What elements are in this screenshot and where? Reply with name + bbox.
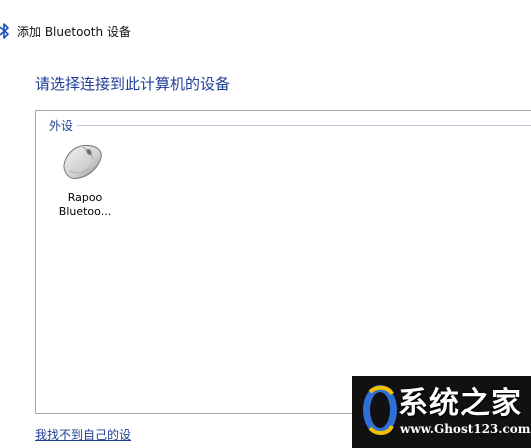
watermark-title: 系统之家	[398, 386, 522, 421]
device-item-rapoo[interactable]: Rapoo Bluetoo...	[45, 141, 125, 223]
window-title: 添加 Bluetooth 设备	[17, 25, 131, 39]
watermark: 系统之家 www.Ghost123.com	[352, 376, 531, 448]
device-subname: Bluetoo...	[58, 205, 112, 218]
device-list[interactable]: 外设 Rapoo Bluetoo...	[35, 110, 531, 414]
mouse-icon	[63, 144, 102, 179]
device-name: Rapoo	[67, 191, 103, 204]
cant-find-device-link[interactable]: 我找不到自己的设	[35, 426, 131, 443]
watermark-logo-icon	[363, 385, 397, 435]
title-bar: 添加 Bluetooth 设备	[0, 20, 531, 44]
group-divider	[45, 125, 531, 126]
page-heading: 请选择连接到此计算机的设备	[35, 75, 231, 93]
watermark-url: www.Ghost123.com	[400, 422, 531, 436]
group-header-peripherals: 外设	[45, 117, 78, 134]
bluetooth-icon	[0, 23, 9, 39]
